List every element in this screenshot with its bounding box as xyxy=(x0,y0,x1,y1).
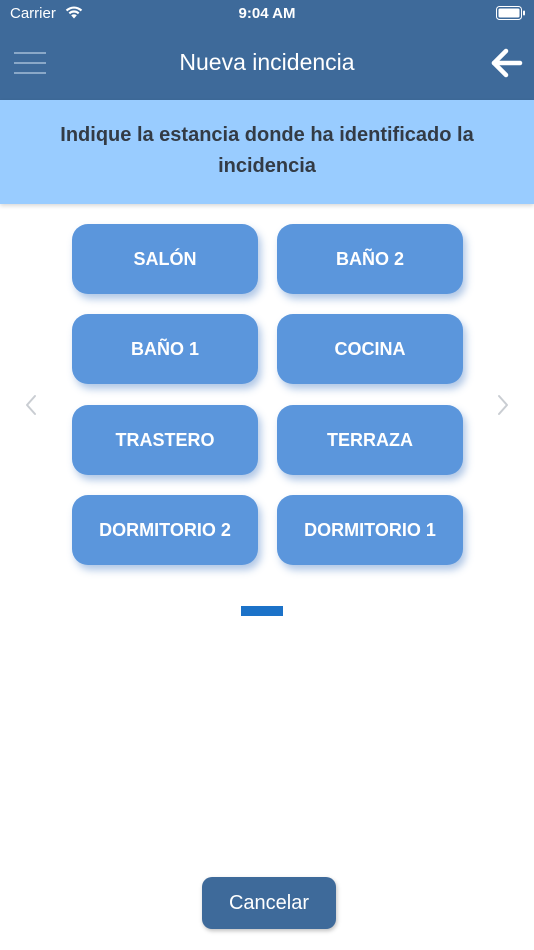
battery-icon xyxy=(496,6,525,20)
room-button-dormitorio-2[interactable]: DORMITORIO 2 xyxy=(72,495,258,565)
room-button-salon[interactable]: SALÓN xyxy=(72,224,258,294)
page-title: Nueva incidencia xyxy=(179,49,355,75)
room-button-cocina[interactable]: COCINA xyxy=(277,314,463,384)
page-indicator xyxy=(241,606,283,616)
room-button-trastero[interactable]: TRASTERO xyxy=(72,405,258,475)
room-button-bano-2[interactable]: BAÑO 2 xyxy=(277,224,463,294)
prompt-banner: Indique la estancia donde ha identificad… xyxy=(0,100,534,204)
arrow-left-icon[interactable] xyxy=(490,47,524,79)
status-time: 9:04 AM xyxy=(238,5,296,22)
chevron-left-icon[interactable] xyxy=(22,392,40,418)
navigation-header: Nueva incidencia xyxy=(0,28,534,100)
screen: Carrier 9:04 AM Nueva incidencia Indique… xyxy=(0,0,534,950)
top-bar: Carrier 9:04 AM Nueva incidencia xyxy=(0,0,534,100)
chevron-right-icon[interactable] xyxy=(494,392,512,418)
room-button-terraza[interactable]: TERRAZA xyxy=(277,405,463,475)
room-button-dormitorio-1[interactable]: DORMITORIO 1 xyxy=(277,495,463,565)
status-bar: Carrier 9:04 AM xyxy=(0,0,534,28)
cancel-button[interactable]: Cancelar xyxy=(202,877,336,929)
prompt-text: Indique la estancia donde ha identificad… xyxy=(60,124,474,177)
room-button-bano-1[interactable]: BAÑO 1 xyxy=(72,314,258,384)
